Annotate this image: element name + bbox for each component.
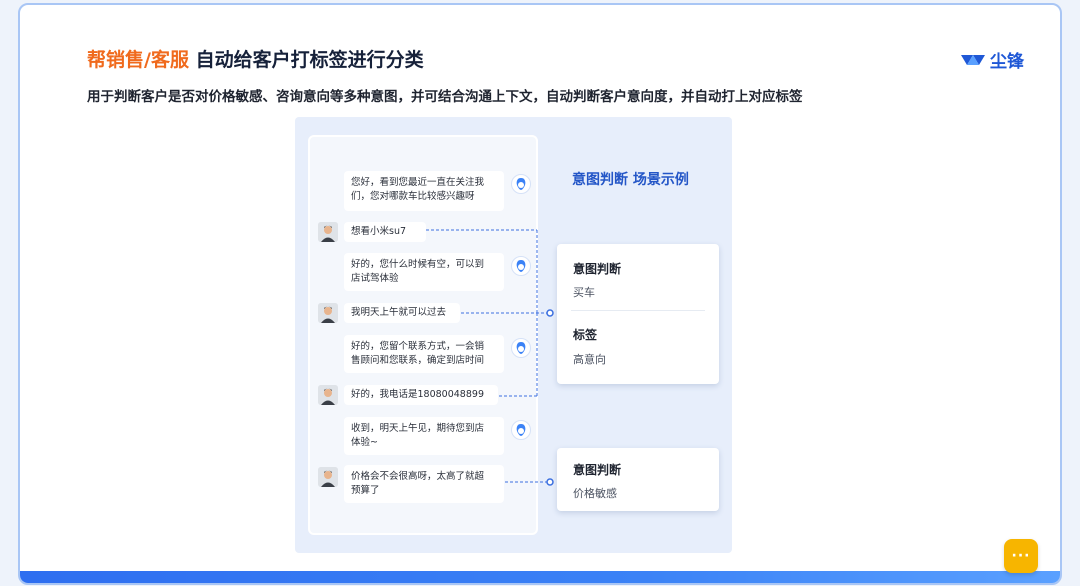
message-text: 您好，看到您最近一直在关注我 [351, 177, 485, 188]
page-title: 帮销售/客服 自动给客户打标签进行分类 [87, 45, 424, 72]
card-value: 买车 [573, 286, 595, 299]
message-text: 们，您对哪款车比较感兴趣呀 [351, 191, 475, 202]
chat-message-user: 想看小米su7 [344, 222, 426, 242]
title-rest: 自动给客户打标签进行分类 [195, 49, 424, 71]
message-text: 好的，我电话是18080048899 [351, 389, 484, 400]
user-avatar-icon [318, 467, 338, 487]
example-panel: 您好，看到您最近一直在关注我 们，您对哪款车比较感兴趣呀 想看小米su7 好的，… [295, 117, 732, 553]
message-text: 预算了 [351, 485, 380, 496]
user-avatar-icon [318, 222, 338, 242]
chat-message-bot: 好的，您留个联系方式，一会销 售顾问和您联系，确定到店时间 [344, 335, 504, 373]
message-text: 店试驾体验 [351, 273, 399, 284]
page-subtitle: 用于判断客户是否对价格敏感、咨询意向等多种意图，并可结合沟通上下文，自动判断客户… [87, 89, 803, 105]
message-text: 体验~ [351, 437, 378, 448]
bottom-band [20, 571, 1060, 583]
title-accent: 帮销售/客服 [87, 49, 189, 71]
message-text: 售顾问和您联系，确定到店时间 [351, 355, 485, 366]
message-text: 价格会不会很高呀，太高了就超 [351, 471, 485, 482]
user-avatar-icon [318, 385, 338, 405]
chat-message-user: 我明天上午就可以过去 [344, 303, 460, 323]
intent-card-price: 意图判断 价格敏感 [557, 448, 719, 511]
slide-frame: 帮销售/客服 自动给客户打标签进行分类 用于判断客户是否对价格敏感、咨询意向等多… [18, 3, 1062, 585]
message-text: 想看小米su7 [351, 226, 407, 237]
chat-bubble-icon[interactable]: ··· [1004, 539, 1038, 573]
card-label: 意图判断 [573, 262, 622, 276]
bot-avatar-icon [511, 420, 531, 440]
user-avatar-icon [318, 303, 338, 323]
bot-avatar-icon [511, 256, 531, 276]
chat-message-user: 价格会不会很高呀，太高了就超 预算了 [344, 465, 504, 503]
message-text: 收到，明天上午见，期待您到店 [351, 423, 485, 434]
card-divider [571, 310, 705, 311]
card-value: 高意向 [573, 353, 606, 366]
chat-message-user: 好的，我电话是18080048899 [344, 385, 498, 405]
message-text: 好的，您什么时候有空，可以到 [351, 259, 485, 270]
chat-window: 您好，看到您最近一直在关注我 们，您对哪款车比较感兴趣呀 想看小米su7 好的，… [308, 135, 538, 535]
chat-message-bot: 好的，您什么时候有空，可以到 店试驾体验 [344, 253, 504, 291]
bot-avatar-icon [511, 174, 531, 194]
scene-title: 意图判断 场景示例 [572, 172, 689, 188]
help-glyph: ··· [1011, 548, 1031, 564]
logo-text: 尘锋 [990, 52, 1024, 72]
message-text: 好的，您留个联系方式，一会销 [351, 341, 485, 352]
bot-avatar-icon [511, 338, 531, 358]
brand-logo: 尘锋 [960, 47, 1024, 72]
card-label: 标签 [573, 328, 598, 342]
card-value: 价格敏感 [573, 487, 617, 500]
chat-message-bot: 收到，明天上午见，期待您到店 体验~ [344, 417, 504, 455]
chat-message-bot: 您好，看到您最近一直在关注我 们，您对哪款车比较感兴趣呀 [344, 171, 504, 211]
logo-mark-icon [961, 54, 985, 65]
card-label: 意图判断 [573, 463, 622, 477]
message-text: 我明天上午就可以过去 [351, 307, 447, 318]
intent-card-buy: 意图判断 买车 标签 高意向 [557, 244, 719, 384]
